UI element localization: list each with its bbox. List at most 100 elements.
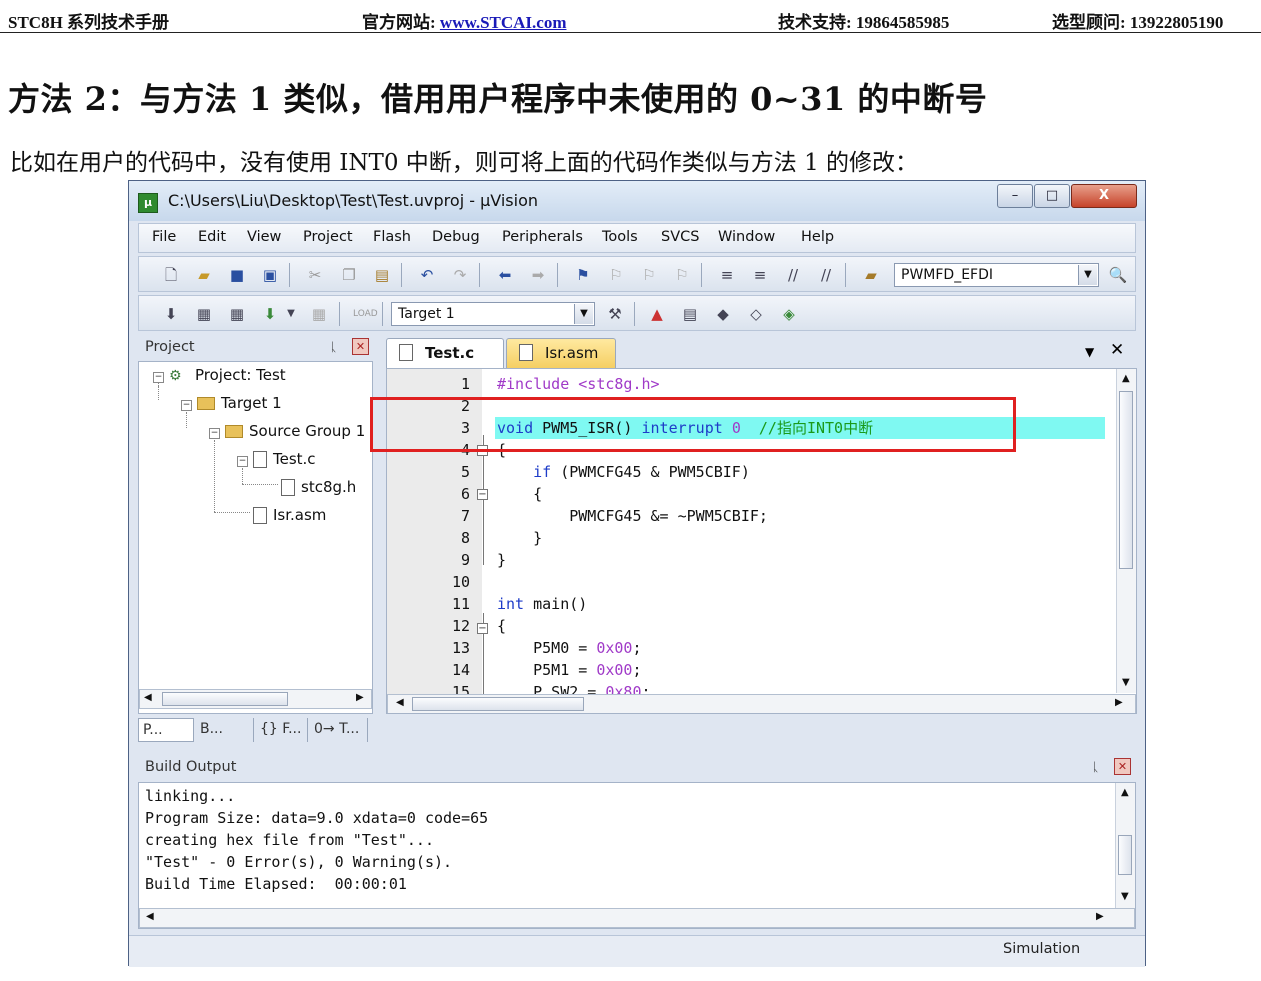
- output-vscrollbar[interactable]: ▲ ▼: [1115, 783, 1135, 908]
- scroll-thumb[interactable]: [1119, 391, 1133, 569]
- rebuild-icon[interactable]: ▦: [227, 304, 247, 324]
- menu-flash[interactable]: Flash: [373, 229, 411, 245]
- consultant-phone: 选型顾问: 13922805190: [1052, 13, 1224, 32]
- open-file-icon[interactable]: ▰: [194, 265, 214, 285]
- menu-project[interactable]: Project: [303, 229, 353, 245]
- scroll-down-icon[interactable]: ▼: [1122, 677, 1130, 688]
- scroll-right-icon[interactable]: ▶: [356, 692, 364, 703]
- combo-dropdown-icon[interactable]: ▼: [1078, 265, 1097, 285]
- menu-file[interactable]: File: [152, 229, 176, 245]
- scroll-up-icon[interactable]: ▲: [1122, 373, 1130, 384]
- pin-icon[interactable]: ᚳ: [330, 340, 337, 354]
- paste-icon[interactable]: ▤: [372, 265, 392, 285]
- collapse-icon[interactable]: −: [209, 428, 220, 439]
- bookmark-icon[interactable]: ⚑: [573, 265, 593, 285]
- minimize-button[interactable]: –: [997, 184, 1033, 208]
- site-link[interactable]: www.STCAI.com: [440, 13, 567, 32]
- tree-file-isr-asm[interactable]: Isr.asm: [253, 506, 326, 524]
- build-icon[interactable]: ▦: [194, 304, 214, 324]
- collapse-icon[interactable]: −: [181, 400, 192, 411]
- comment-icon[interactable]: //: [783, 265, 803, 285]
- select-packs-icon[interactable]: ▤: [680, 304, 700, 324]
- prev-bookmark-icon[interactable]: ⚐: [606, 265, 626, 285]
- menu-edit[interactable]: Edit: [198, 229, 226, 245]
- batch-build-icon[interactable]: ⬇: [260, 304, 280, 324]
- scroll-thumb[interactable]: [412, 697, 584, 711]
- tree-file-stc8g-h[interactable]: stc8g.h: [281, 478, 356, 496]
- pin-icon[interactable]: ᚳ: [1092, 760, 1099, 774]
- scroll-right-icon[interactable]: ▶: [1115, 697, 1123, 708]
- redo-icon[interactable]: ↷: [450, 265, 470, 285]
- save-icon[interactable]: ■: [227, 265, 247, 285]
- menu-window[interactable]: Window: [718, 229, 775, 245]
- tab-list-dropdown-icon[interactable]: ▼: [1085, 345, 1094, 359]
- scroll-left-icon[interactable]: ◀: [396, 697, 404, 708]
- tree-target[interactable]: Target 1: [197, 394, 282, 412]
- manage-rte-icon[interactable]: ◆: [713, 304, 733, 324]
- project-hscrollbar[interactable]: ◀ ▶: [139, 689, 372, 709]
- code-line-2: 2: [387, 395, 1107, 417]
- manage-project-icon[interactable]: ▲: [647, 304, 667, 324]
- select-software-icon[interactable]: ◇: [746, 304, 766, 324]
- tree-source-group[interactable]: Source Group 1: [225, 422, 365, 440]
- tab-books[interactable]: B...: [196, 718, 254, 742]
- scroll-up-icon[interactable]: ▲: [1121, 787, 1129, 798]
- menu-view[interactable]: View: [247, 229, 281, 245]
- save-all-icon[interactable]: ▣: [260, 265, 280, 285]
- editor-vscrollbar[interactable]: ▲ ▼: [1116, 369, 1136, 693]
- batch-dropdown-icon[interactable]: ▼: [281, 304, 301, 324]
- scroll-thumb[interactable]: [1118, 835, 1132, 875]
- close-panel-icon[interactable]: ✕: [1114, 758, 1131, 775]
- maximize-button[interactable]: □: [1034, 184, 1070, 208]
- status-mode: Simulation: [1003, 941, 1081, 957]
- collapse-icon[interactable]: −: [237, 456, 248, 467]
- pack-installer-icon[interactable]: ◈: [779, 304, 799, 324]
- find-icon[interactable]: 🔍: [1108, 265, 1128, 285]
- tab-isr-asm[interactable]: Isr.asm: [506, 338, 616, 368]
- toolbar-separator: [557, 263, 558, 287]
- tab-functions[interactable]: {} F...: [256, 718, 308, 742]
- next-bookmark-icon[interactable]: ⚐: [639, 265, 659, 285]
- menu-tools[interactable]: Tools: [602, 229, 638, 245]
- stop-build-icon[interactable]: ▦: [309, 304, 329, 324]
- indent-icon[interactable]: ≡: [717, 265, 737, 285]
- navigate-forward-icon[interactable]: ➡: [528, 265, 548, 285]
- menu-svcs[interactable]: SVCS: [661, 229, 699, 245]
- scroll-left-icon[interactable]: ◀: [144, 692, 152, 703]
- editor-hscrollbar[interactable]: ◀ ▶: [387, 694, 1136, 713]
- scroll-left-icon[interactable]: ◀: [146, 911, 154, 922]
- cut-icon[interactable]: ✂: [305, 265, 325, 285]
- menu-debug[interactable]: Debug: [432, 229, 480, 245]
- copy-icon[interactable]: ❐: [339, 265, 359, 285]
- find-in-files-icon[interactable]: ▰: [861, 265, 881, 285]
- translate-icon[interactable]: ⬇: [161, 304, 181, 324]
- menu-peripherals[interactable]: Peripherals: [502, 229, 583, 245]
- output-hscrollbar[interactable]: ◀ ▶: [139, 908, 1135, 928]
- tab-project[interactable]: P...: [138, 718, 194, 742]
- code-editor[interactable]: − − − 1 #include <stc8g.h> 2 3 void PWM5_I…: [386, 368, 1137, 714]
- new-file-icon[interactable]: 🗋: [161, 265, 181, 285]
- scroll-right-icon[interactable]: ▶: [1096, 911, 1104, 922]
- uncomment-icon[interactable]: //: [816, 265, 836, 285]
- undo-icon[interactable]: ↶: [417, 265, 437, 285]
- scroll-down-icon[interactable]: ▼: [1121, 891, 1129, 902]
- download-icon[interactable]: LOAD: [353, 304, 378, 324]
- tree-file-test-c[interactable]: Test.c: [253, 450, 316, 468]
- close-button[interactable]: X: [1071, 184, 1137, 208]
- close-panel-icon[interactable]: ✕: [352, 338, 369, 355]
- target-options-icon[interactable]: ⚒: [605, 304, 625, 324]
- scroll-thumb[interactable]: [162, 692, 288, 706]
- tree-line: [242, 468, 243, 484]
- clear-bookmarks-icon[interactable]: ⚐: [672, 265, 692, 285]
- tab-test-c[interactable]: Test.c: [386, 338, 504, 368]
- find-combo[interactable]: PWMFD_EFDI ▼: [894, 263, 1099, 287]
- close-tab-icon[interactable]: ✕: [1110, 340, 1124, 360]
- target-select[interactable]: Target 1 ▼: [391, 302, 595, 326]
- unindent-icon[interactable]: ≡: [750, 265, 770, 285]
- tree-project[interactable]: ⚙ Project: Test: [169, 366, 286, 384]
- navigate-back-icon[interactable]: ⬅: [495, 265, 515, 285]
- target-dropdown-icon[interactable]: ▼: [574, 304, 593, 324]
- tree-line: [214, 440, 215, 512]
- tab-templates[interactable]: 0→ T...: [310, 718, 368, 742]
- menu-help[interactable]: Help: [801, 229, 834, 245]
